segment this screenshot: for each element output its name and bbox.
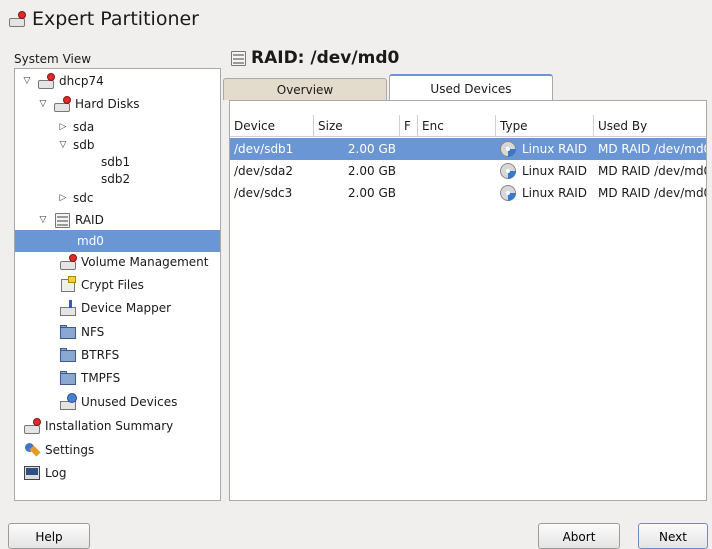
tree-item-installation-summary[interactable]: Installation Summary — [23, 415, 173, 437]
disk-icon — [500, 162, 516, 179]
expand-arrow-icon[interactable]: ▽ — [37, 215, 49, 225]
table-row[interactable]: /dev/sdc3 2.00 GB Linux RAID MD RAID /de… — [230, 182, 706, 204]
crypt-file-icon — [59, 276, 77, 294]
tab-used-devices[interactable]: Used Devices — [389, 74, 553, 100]
tree-item-sdb2[interactable]: sdb2 — [97, 168, 130, 190]
disk-icon — [500, 140, 516, 157]
expand-arrow-icon[interactable]: ▽ — [57, 140, 69, 150]
expand-arrow-icon[interactable]: ▽ — [21, 76, 33, 86]
log-monitor-icon — [23, 464, 41, 482]
raid-icon — [53, 211, 71, 229]
tree-item-md0[interactable]: md0 — [15, 230, 220, 252]
tree-item-hard-disks[interactable]: ▽ Hard Disks — [37, 93, 140, 115]
tree-item-sdc[interactable]: ▷ sdc — [57, 187, 94, 209]
used-devices-table[interactable]: Device Size F Enc Type Used By /dev/sdb1… — [229, 100, 707, 501]
network-folder-icon — [59, 323, 77, 341]
volume-icon — [59, 253, 77, 271]
table-row[interactable]: /dev/sdb1 2.00 GB Linux RAID MD RAID /de… — [230, 138, 706, 160]
tree-item-sdb[interactable]: ▽ sdb — [57, 134, 95, 156]
tree-item-unused-devices[interactable]: Unused Devices — [59, 391, 177, 413]
raid-icon — [229, 49, 247, 67]
app-title: Expert Partitioner — [32, 8, 199, 30]
column-header-f[interactable]: F — [400, 115, 418, 137]
tree-item-dhcp74[interactable]: ▽ dhcp74 — [21, 70, 104, 92]
network-folder-icon — [59, 346, 77, 364]
column-header-enc[interactable]: Enc — [418, 115, 496, 137]
page-title: RAID: /dev/md0 — [229, 48, 399, 68]
unused-device-icon — [59, 393, 77, 411]
abort-button[interactable]: Abort — [538, 523, 620, 549]
tab-overview[interactable]: Overview — [223, 78, 387, 100]
collapse-arrow-icon[interactable]: ▷ — [57, 193, 69, 203]
help-button[interactable]: Help — [8, 523, 90, 549]
column-header-used-by[interactable]: Used By — [594, 115, 706, 137]
tree-item-volume-management[interactable]: Volume Management — [59, 251, 209, 273]
hard-disk-icon — [23, 417, 41, 435]
tree-item-settings[interactable]: Settings — [23, 439, 94, 461]
network-folder-icon — [59, 369, 77, 387]
tree-item-btrfs[interactable]: BTRFS — [59, 344, 119, 366]
settings-wrench-icon — [23, 441, 41, 459]
tree-item-nfs[interactable]: NFS — [59, 321, 104, 343]
tree-item-tmpfs[interactable]: TMPFS — [59, 367, 120, 389]
tree-item-crypt-files[interactable]: Crypt Files — [59, 274, 144, 296]
hard-disk-icon — [53, 95, 71, 113]
computer-icon — [37, 72, 55, 90]
system-view-label: System View — [14, 52, 92, 66]
table-row[interactable]: /dev/sda2 2.00 GB Linux RAID MD RAID /de… — [230, 160, 706, 182]
next-button[interactable]: Next — [638, 523, 708, 549]
column-header-device[interactable]: Device — [230, 115, 314, 137]
device-mapper-icon — [59, 299, 77, 317]
tree-item-device-mapper[interactable]: Device Mapper — [59, 297, 171, 319]
hard-disk-icon — [8, 10, 26, 28]
expand-arrow-icon[interactable]: ▽ — [37, 99, 49, 109]
table-header: Device Size F Enc Type Used By — [230, 115, 706, 137]
column-header-size[interactable]: Size — [314, 115, 400, 137]
title-bar: Expert Partitioner — [8, 6, 199, 32]
system-view-tree[interactable]: ▽ dhcp74 ▽ Hard Disks ▷ sda ▽ sdb sdb1 s… — [14, 68, 221, 501]
tree-item-raid[interactable]: ▽ RAID — [37, 209, 104, 231]
tree-item-log[interactable]: Log — [23, 462, 66, 484]
collapse-arrow-icon[interactable]: ▷ — [57, 122, 69, 132]
page-title-text: RAID: /dev/md0 — [251, 48, 400, 68]
disk-icon — [500, 184, 516, 201]
column-header-type[interactable]: Type — [496, 115, 594, 137]
